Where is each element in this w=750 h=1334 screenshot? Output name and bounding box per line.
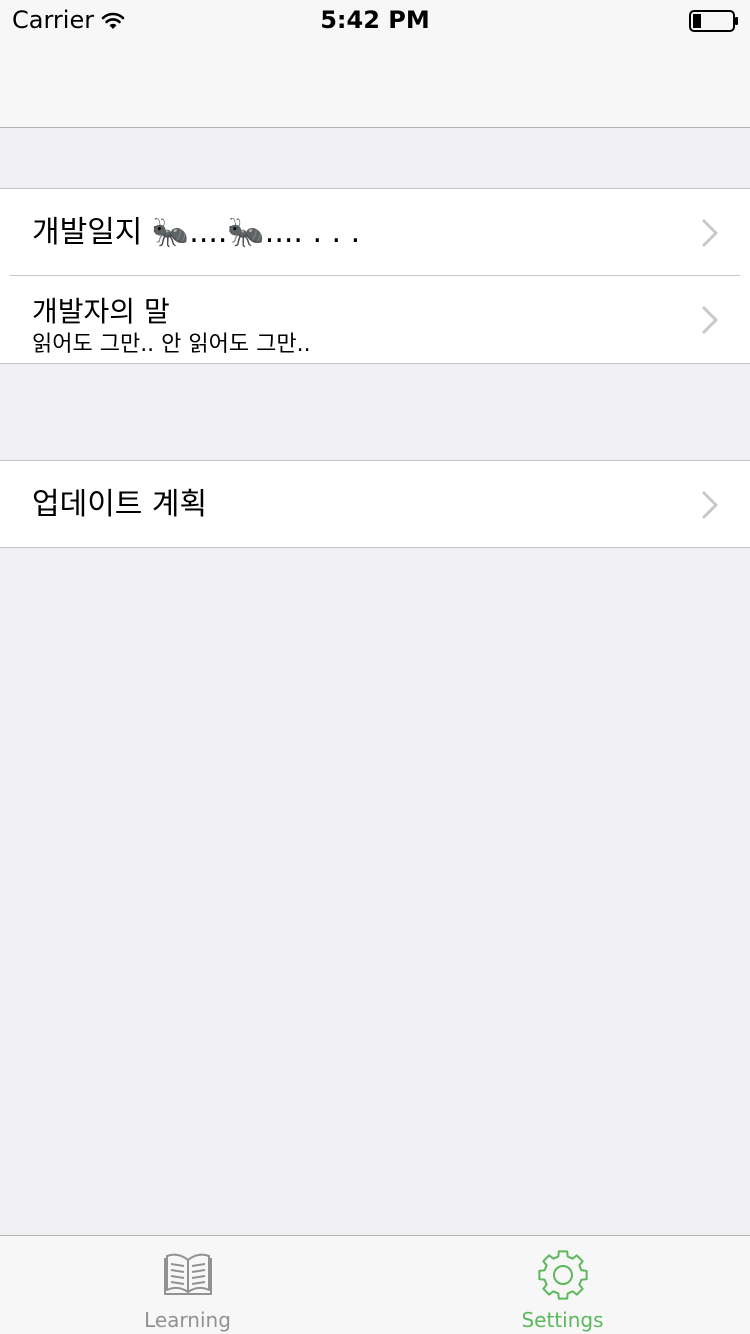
status-time: 5:42 PM bbox=[320, 6, 430, 34]
dev-log-title: 개발일지 🐜....🐜.... . . . bbox=[32, 215, 361, 250]
update-plan-title: 업데이트 계획 bbox=[32, 487, 208, 522]
chevron-right-icon bbox=[702, 306, 718, 334]
tab-settings-label: Settings bbox=[521, 1308, 604, 1332]
dev-log-row[interactable]: 개발일지 🐜....🐜.... . . . bbox=[0, 189, 750, 276]
chevron-right-icon bbox=[702, 219, 718, 247]
tab-learning-label: Learning bbox=[144, 1308, 231, 1332]
section-updates: 업데이트 계획 bbox=[0, 460, 750, 548]
book-icon bbox=[164, 1253, 212, 1295]
tab-learning[interactable]: Learning bbox=[0, 1236, 375, 1334]
tab-bar: Learning Settings bbox=[0, 1235, 750, 1334]
tab-settings[interactable]: Settings bbox=[375, 1236, 750, 1334]
battery-icon bbox=[689, 10, 738, 32]
section-dev-notes: 개발일지 🐜....🐜.... . . . 개발자의 말 읽어도 그만.. 안 … bbox=[0, 188, 750, 364]
settings-screen: Carrier 5:42 PM 개발일지 🐜....🐜.... . . . 개발… bbox=[0, 0, 750, 1334]
chevron-right-icon bbox=[702, 491, 718, 519]
status-bar: Carrier 5:42 PM bbox=[0, 0, 750, 40]
developer-words-title: 개발자의 말 bbox=[32, 295, 170, 328]
gear-icon bbox=[538, 1250, 588, 1300]
update-plan-row[interactable]: 업데이트 계획 bbox=[0, 461, 750, 548]
developer-words-subtitle: 읽어도 그만.. 안 읽어도 그만.. bbox=[32, 332, 311, 357]
navigation-bar: Carrier 5:42 PM bbox=[0, 0, 750, 128]
developer-words-row[interactable]: 개발자의 말 읽어도 그만.. 안 읽어도 그만.. bbox=[0, 276, 750, 363]
